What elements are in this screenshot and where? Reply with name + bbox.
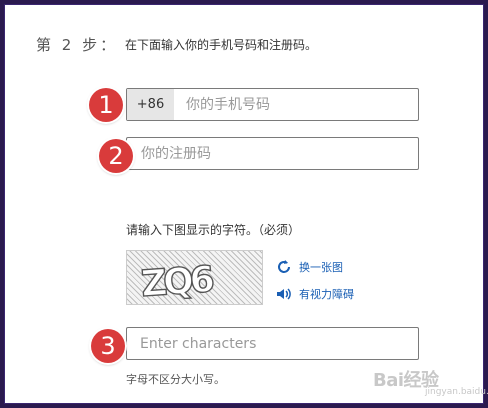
captcha-field[interactable] [126,327,419,360]
country-code-prefix[interactable]: +86 [127,89,174,120]
captcha-image: ZQ6 [126,250,263,306]
captcha-text: ZQ6 [140,259,215,305]
audio-captcha-link[interactable]: 有视力障碍 [275,285,354,303]
speaker-icon [275,285,293,303]
step-description: 在下面输入你的手机号码和注册码。 [125,38,318,52]
captcha-input[interactable] [140,328,410,359]
step-badge-1: 1 [89,88,123,122]
refresh-captcha-link[interactable]: 换一张图 [275,258,343,276]
refresh-icon [275,258,293,276]
step-label: 第 2 步： [36,36,119,54]
phone-field[interactable]: +86 [126,88,419,121]
regcode-input[interactable] [141,138,411,169]
captcha-glyphs: ZQ6 [139,258,216,305]
dialog-frame: 第 2 步： 在下面输入你的手机号码和注册码。 1 +86 2 请输入下图显示的… [4,4,488,404]
step-badge-2: 2 [99,139,133,173]
case-insensitive-hint: 字母不区分大小写。 [126,373,225,386]
phone-input[interactable] [186,89,411,120]
refresh-captcha-label[interactable]: 换一张图 [299,259,343,275]
captcha-label: 请输入下图显示的字符。（必须） [126,223,301,237]
audio-captcha-label[interactable]: 有视力障碍 [299,286,354,302]
watermark-url: jingyan.baidu.com [425,387,488,397]
step-badge-3: 3 [91,329,125,363]
regcode-field[interactable] [126,137,419,170]
